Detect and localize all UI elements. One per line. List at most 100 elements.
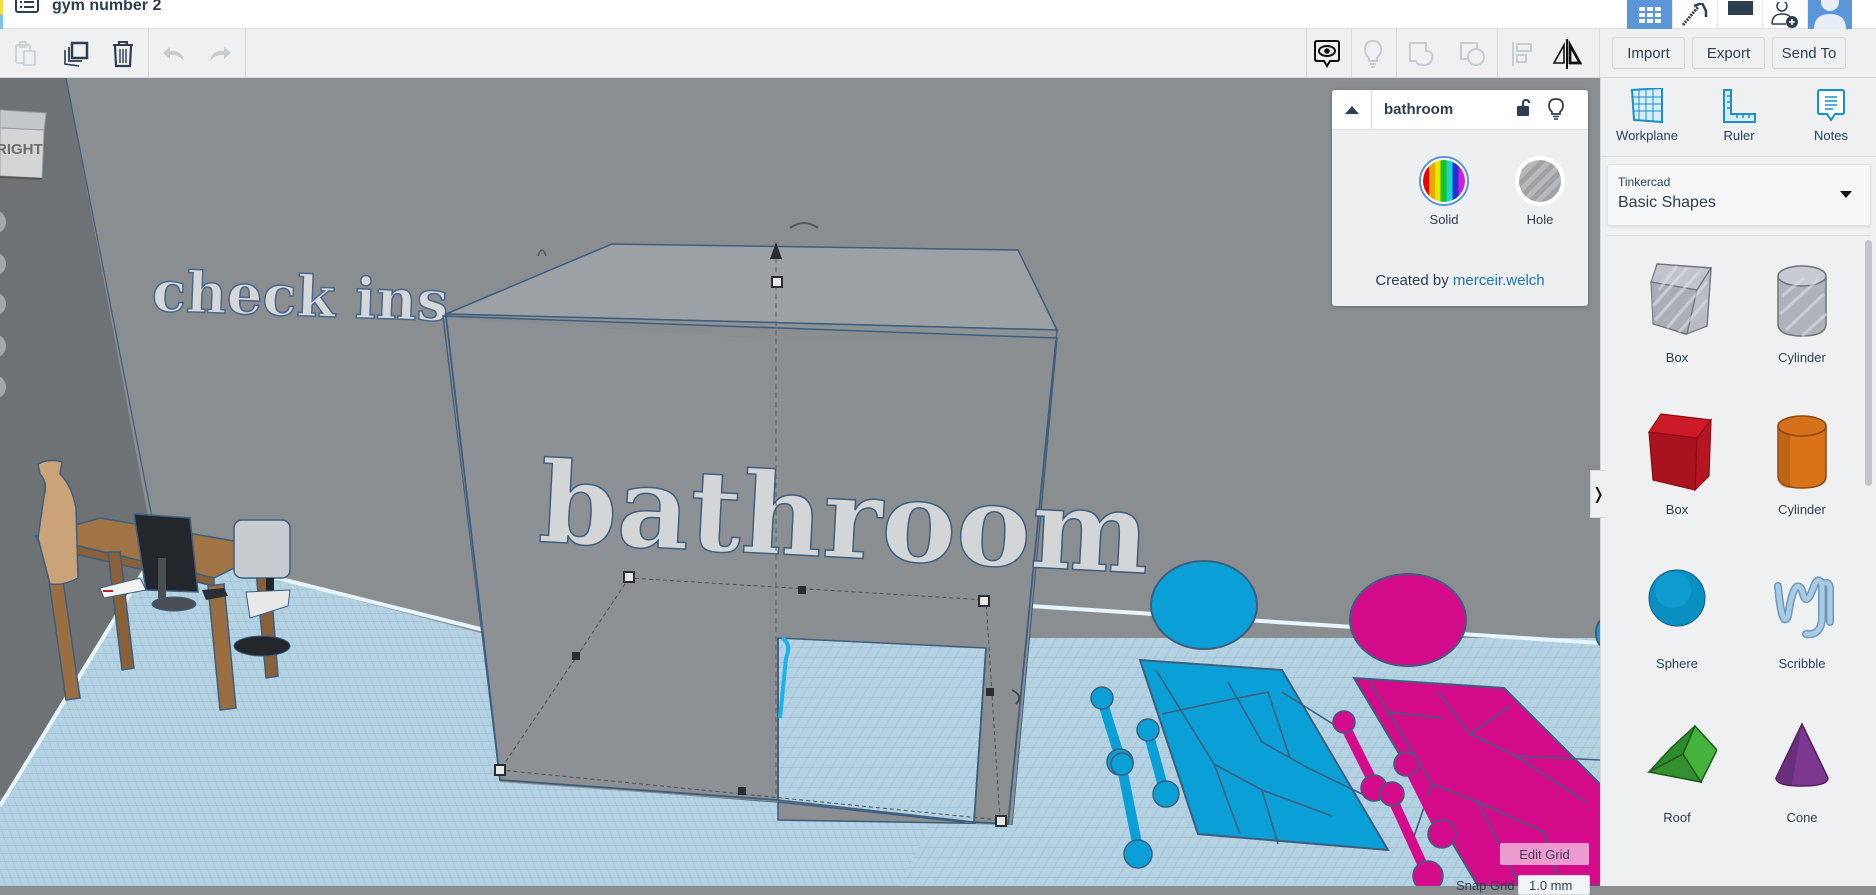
show-all-button[interactable] xyxy=(1351,29,1395,78)
roof-icon xyxy=(1646,724,1717,784)
3d-design-view-button[interactable] xyxy=(1627,0,1672,29)
solid-color-swatch[interactable] xyxy=(1419,156,1469,206)
hole-option[interactable]: Hole xyxy=(1510,156,1570,227)
check-ins-text-object[interactable]: check ins xyxy=(150,258,450,336)
shape-sphere[interactable]: Sphere xyxy=(1615,544,1739,684)
profile-avatar-button[interactable] xyxy=(1807,0,1852,29)
blocks-view-button[interactable] xyxy=(1672,0,1717,29)
group-icon xyxy=(1409,41,1434,66)
author-link[interactable]: merceir.welch xyxy=(1453,272,1545,289)
shape-label: Cylinder xyxy=(1778,350,1826,365)
blue-sphere-object[interactable] xyxy=(1150,560,1258,650)
avatar-icon xyxy=(1808,0,1852,29)
shapes-scrollbar[interactable] xyxy=(1865,240,1872,486)
hole-label: Hole xyxy=(1526,212,1554,227)
shape-label: Cone xyxy=(1786,810,1818,825)
toolbar-divider xyxy=(1497,29,1498,78)
cylinder-orange-icon xyxy=(1777,415,1827,489)
lightbulb-icon[interactable] xyxy=(1548,98,1564,120)
panel-divider xyxy=(1601,156,1876,157)
edge-handle[interactable] xyxy=(738,787,746,795)
send-to-button[interactable]: Send To xyxy=(1772,37,1846,69)
door-opening xyxy=(777,637,987,823)
inspector-header: bathroom xyxy=(1332,90,1588,130)
shape-grid: Box Cylinder Box Cylinder Sphere Scribbl… xyxy=(1601,238,1867,886)
box-red-icon xyxy=(1647,413,1713,492)
document-title[interactable]: gym number 2 xyxy=(52,0,161,15)
edit-toolbar xyxy=(0,29,1876,78)
corner-handle[interactable] xyxy=(623,571,635,583)
edge-handle[interactable] xyxy=(986,688,994,696)
paste-button[interactable] xyxy=(4,29,48,78)
edge-handle[interactable] xyxy=(798,586,806,594)
delete-button[interactable] xyxy=(101,29,145,78)
align-icon xyxy=(1512,41,1532,66)
notes-tool[interactable]: Notes xyxy=(1785,88,1876,143)
snap-grid-select[interactable]: 1.0 mm xyxy=(1518,875,1590,895)
ruler-tool[interactable]: Ruler xyxy=(1693,88,1785,143)
notes-label: Notes xyxy=(1814,128,1848,143)
shape-library-dropdown[interactable]: Tinkercad Basic Shapes xyxy=(1607,164,1871,226)
hole-swatch[interactable] xyxy=(1515,156,1565,206)
workplane-tool[interactable]: Workplane xyxy=(1601,88,1693,143)
pink-sphere-object[interactable] xyxy=(1349,573,1467,667)
undo-button[interactable] xyxy=(152,29,196,78)
mirror-icon xyxy=(1552,38,1582,69)
edge-handle[interactable] xyxy=(572,652,580,660)
ungroup-icon xyxy=(1460,41,1485,66)
duplicate-icon xyxy=(64,41,89,67)
unlock-icon[interactable] xyxy=(1517,99,1531,117)
shapes-panel: Workplane Ruler Notes Tinkercad Basic Sh… xyxy=(1600,78,1876,886)
collapse-inspector-button[interactable] xyxy=(1332,90,1372,130)
top-resize-handle[interactable] xyxy=(771,276,783,288)
created-by-text: Created by merceir.welch xyxy=(1332,272,1588,289)
ruler-label: Ruler xyxy=(1723,128,1755,143)
corner-handle[interactable] xyxy=(978,595,990,607)
cone-icon xyxy=(1775,722,1829,787)
top-bar: gym number 2 xyxy=(0,0,1876,29)
cylinder-hole-icon xyxy=(1777,265,1828,338)
lessons-view-button[interactable] xyxy=(1717,0,1762,29)
workplane-icon xyxy=(1630,88,1663,124)
workplane-label: Workplane xyxy=(1616,128,1678,143)
shape-roof[interactable]: Roof xyxy=(1615,698,1739,838)
import-button[interactable]: Import xyxy=(1612,37,1685,69)
export-button[interactable]: Export xyxy=(1692,37,1765,69)
shape-cylinder-hole[interactable]: Cylinder xyxy=(1740,238,1864,378)
sphere-icon xyxy=(1648,569,1706,627)
ungroup-button[interactable] xyxy=(1451,29,1495,78)
align-button[interactable] xyxy=(1500,29,1544,78)
corner-handle[interactable] xyxy=(995,815,1007,827)
object-name[interactable]: bathroom xyxy=(1384,101,1453,118)
view-cube[interactable]: RIGHT xyxy=(0,109,47,180)
shape-label: Scribble xyxy=(1778,656,1826,671)
toolbar-divider xyxy=(1599,29,1600,78)
grid-icon xyxy=(1638,6,1661,23)
collapse-panel-button[interactable]: ❭ xyxy=(1590,470,1606,518)
shape-label: Sphere xyxy=(1656,656,1698,671)
design-list-icon[interactable] xyxy=(15,0,39,14)
solid-option[interactable]: Solid xyxy=(1414,156,1474,227)
edit-grid-button[interactable]: Edit Grid xyxy=(1500,843,1589,865)
shape-scribble[interactable]: Scribble xyxy=(1740,544,1864,684)
shape-box-red[interactable]: Box xyxy=(1615,390,1739,530)
group-button[interactable] xyxy=(1400,29,1444,78)
caret-up-icon xyxy=(1344,106,1359,114)
lightbulb-icon xyxy=(1363,39,1383,68)
duplicate-button[interactable] xyxy=(54,29,98,78)
clipboard-icon xyxy=(15,40,36,66)
invite-user-button[interactable] xyxy=(1762,0,1807,29)
box-hole-icon xyxy=(1650,263,1713,335)
shape-cylinder-orange[interactable]: Cylinder xyxy=(1740,390,1864,530)
library-provider: Tinkercad xyxy=(1618,175,1671,189)
shape-box-hole[interactable]: Box xyxy=(1615,238,1739,378)
shape-cone[interactable]: Cone xyxy=(1740,698,1864,838)
corner-handle[interactable] xyxy=(494,764,506,776)
tinkercad-logo[interactable] xyxy=(0,0,3,29)
shape-label: Roof xyxy=(1663,810,1691,825)
notes-visibility-button[interactable] xyxy=(1305,29,1349,78)
ruler-icon xyxy=(1723,89,1756,123)
mirror-button[interactable] xyxy=(1545,29,1589,78)
shape-inspector: bathroom Solid Hole Created by merceir.w… xyxy=(1332,90,1588,306)
redo-button[interactable] xyxy=(198,29,242,78)
